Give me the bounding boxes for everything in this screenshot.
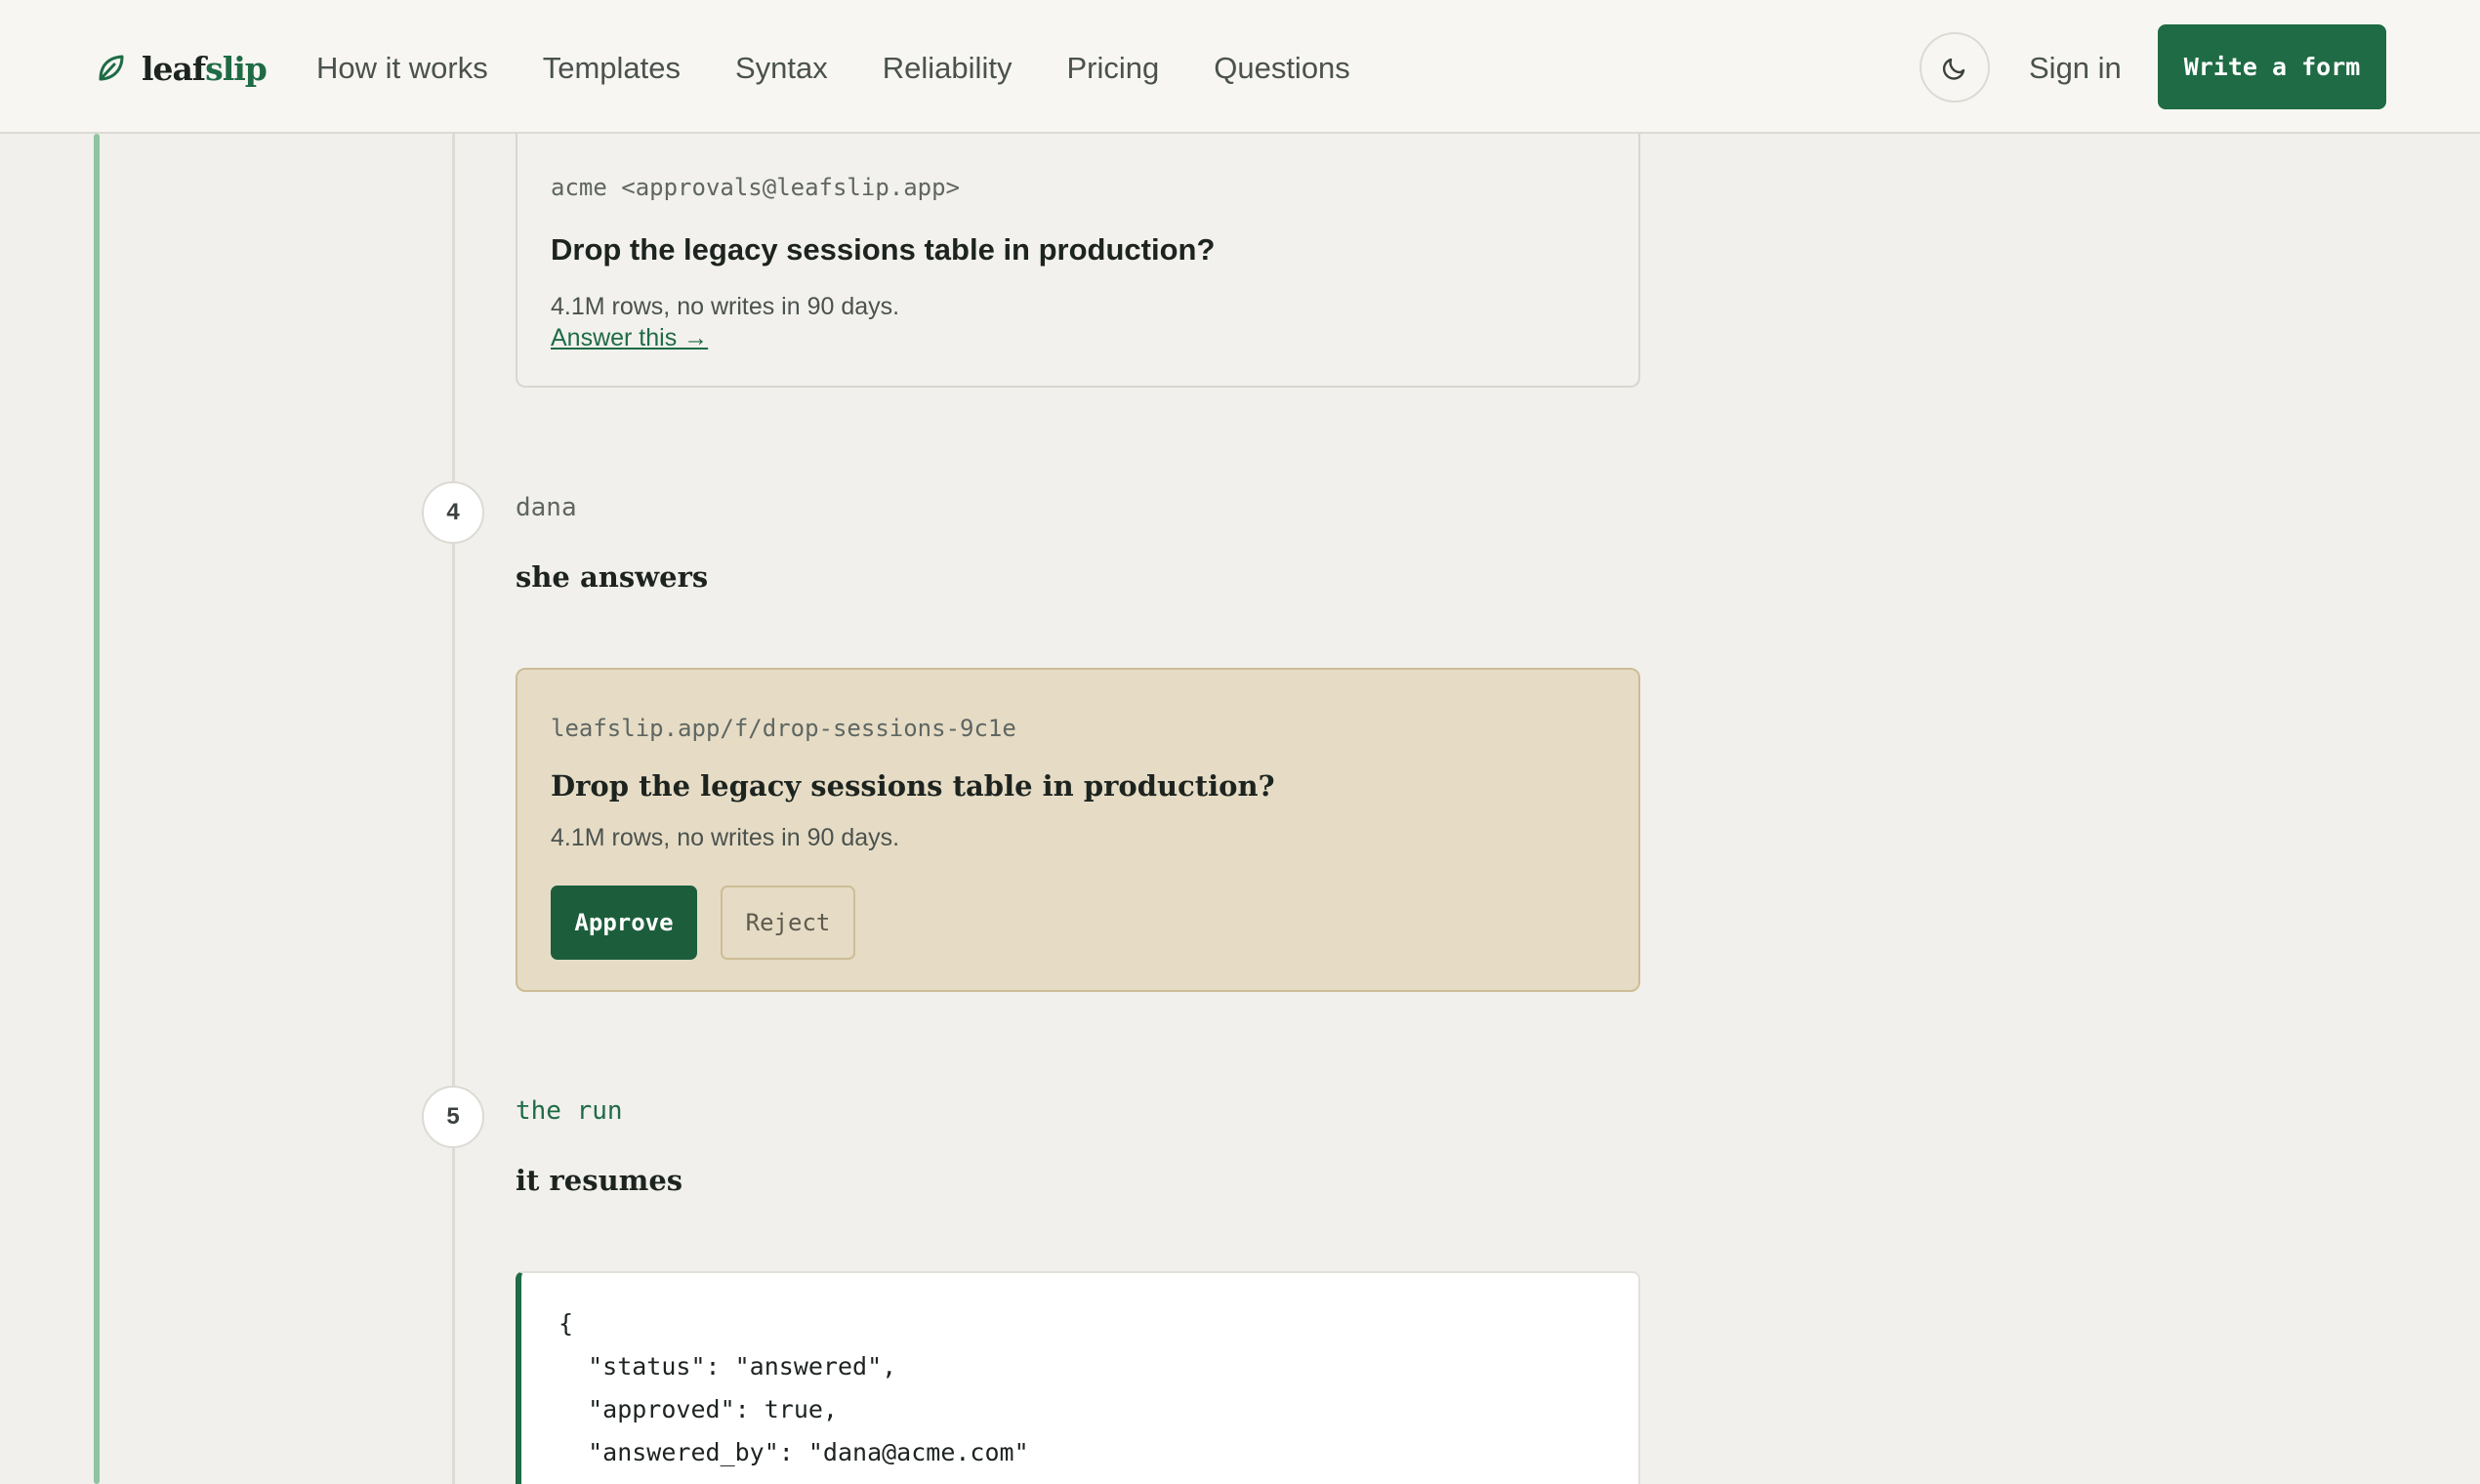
step-number-5: 5: [422, 1086, 484, 1148]
form-question: Drop the legacy sessions table in produc…: [551, 769, 1275, 803]
brand-logo[interactable]: leafslip: [95, 47, 268, 90]
nav-link-templates[interactable]: Templates: [543, 51, 681, 86]
email-sender: acme <approvals@leafslip.app>: [551, 174, 961, 201]
step-title-it-resumes: it resumes: [516, 1164, 683, 1197]
leaf-icon: [99, 55, 124, 81]
nav-link-reliability[interactable]: Reliability: [883, 51, 1013, 86]
json-response-card: { "status": "answered", "approved": true…: [516, 1271, 1640, 1484]
brand-name: leafslip: [142, 49, 268, 88]
code-line: {: [558, 1309, 574, 1338]
timeline-line: [452, 134, 455, 1484]
step-label-dana: dana: [516, 493, 577, 522]
left-accent-rail: [94, 134, 100, 1484]
step-title-she-answers: she answers: [516, 560, 709, 594]
nav-link-syntax[interactable]: Syntax: [735, 51, 828, 86]
write-form-button[interactable]: Write a form: [2158, 24, 2386, 109]
nav-link-pricing[interactable]: Pricing: [1066, 51, 1159, 86]
nav-link-questions[interactable]: Questions: [1214, 51, 1350, 86]
sign-in-link[interactable]: Sign in: [2029, 47, 2122, 90]
top-nav: leafslip How it works Templates Syntax R…: [0, 0, 2480, 134]
nav-link-how-it-works[interactable]: How it works: [316, 51, 488, 86]
moon-icon: [1942, 58, 1965, 80]
theme-toggle-button[interactable]: [1920, 32, 1990, 103]
step-number-4: 4: [422, 481, 484, 544]
email-preview-card: acme <approvals@leafslip.app> Drop the l…: [516, 129, 1640, 388]
approval-form-card: leafslip.app/f/drop-sessions-9c1e Drop t…: [516, 668, 1640, 992]
email-body: 4.1M rows, no writes in 90 days.: [551, 293, 900, 320]
reject-button[interactable]: Reject: [721, 886, 855, 960]
code-line: "answered_by": "dana@acme.com": [558, 1438, 1029, 1466]
nav-links: How it works Templates Syntax Reliabilit…: [316, 47, 1405, 90]
form-url: leafslip.app/f/drop-sessions-9c1e: [551, 715, 1016, 742]
code-line: "approved": true,: [558, 1395, 838, 1423]
form-description: 4.1M rows, no writes in 90 days.: [551, 824, 900, 851]
email-subject: Drop the legacy sessions table in produc…: [551, 232, 1216, 267]
step-label-the-run: the run: [516, 1096, 623, 1126]
approve-button[interactable]: Approve: [551, 886, 697, 960]
code-line: "status": "answered",: [558, 1352, 897, 1381]
answer-this-link[interactable]: Answer this →: [551, 324, 708, 352]
